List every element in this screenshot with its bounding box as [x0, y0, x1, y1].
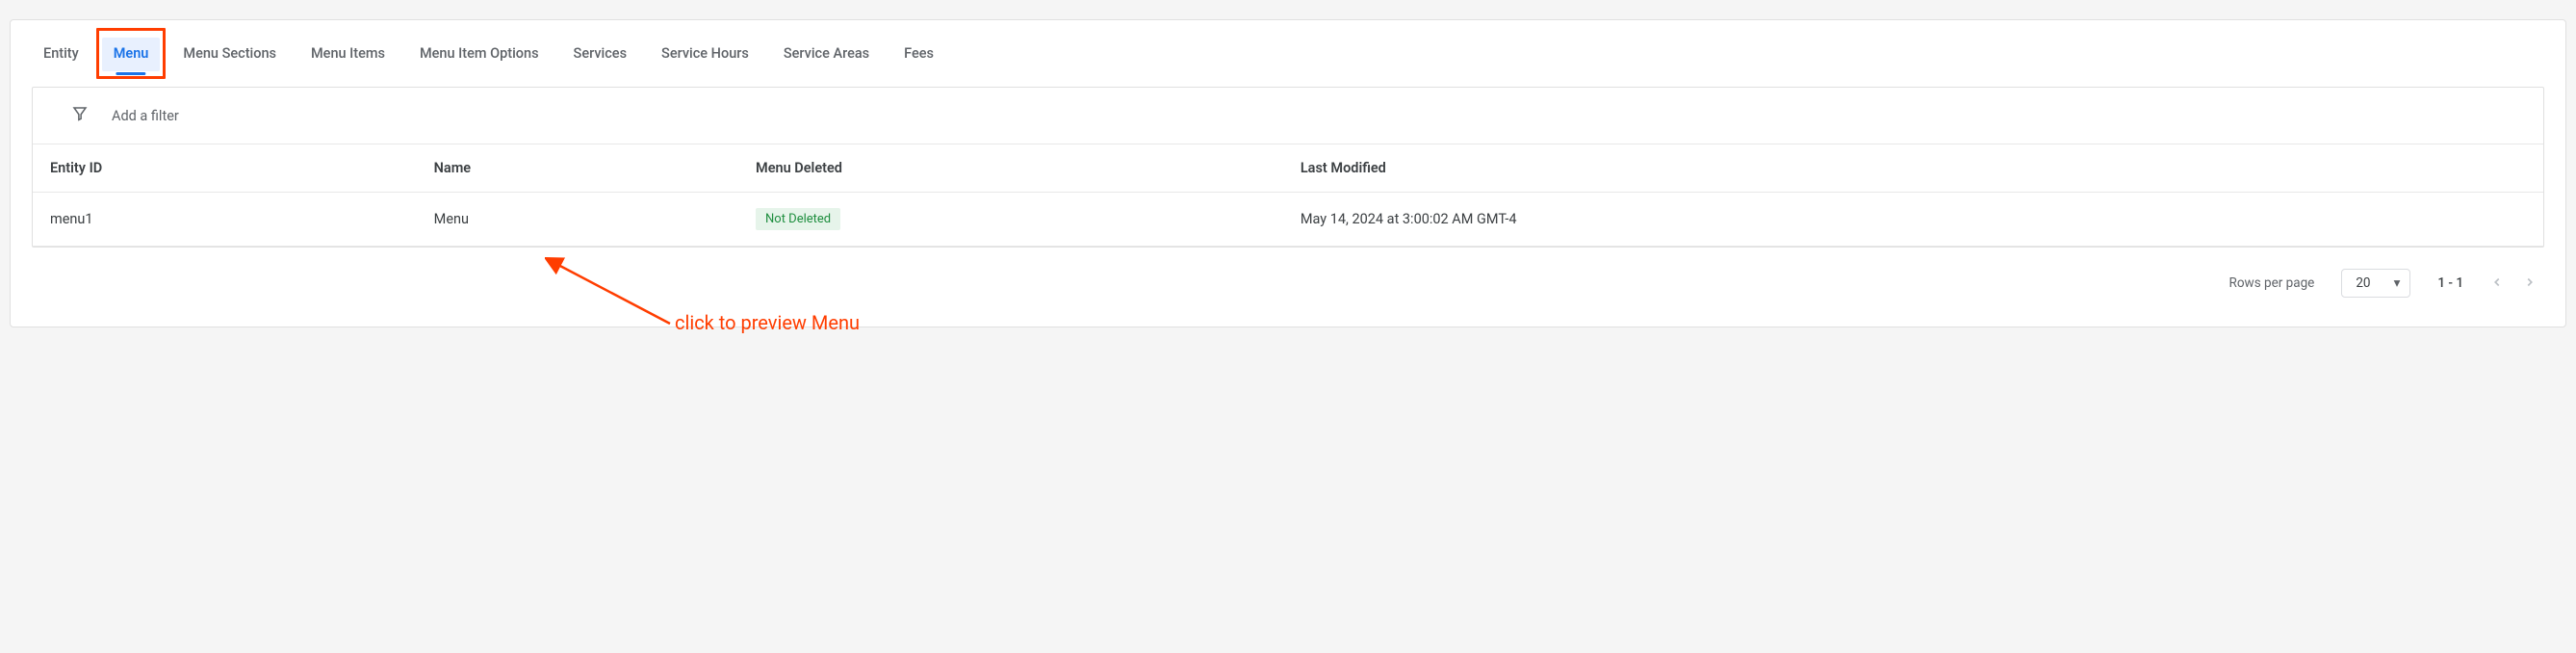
annotation-text: click to preview Menu: [675, 311, 860, 334]
pagination-range: 1 - 1: [2437, 275, 2463, 291]
tab-menu-label: Menu: [114, 45, 149, 62]
tab-services[interactable]: Services: [570, 34, 631, 73]
data-table: Add a filter Entity ID Name Menu Deleted…: [32, 87, 2544, 248]
content-panel: Entity Menu Menu Sections Menu Items Men…: [10, 19, 2566, 327]
tab-entity[interactable]: Entity: [39, 34, 83, 73]
chevron-right-icon: [2523, 275, 2537, 289]
cell-menu-deleted: Not Deleted: [756, 208, 1301, 230]
header-menu-deleted[interactable]: Menu Deleted: [756, 160, 1301, 176]
chevron-left-icon: [2490, 275, 2504, 289]
header-last-modified[interactable]: Last Modified: [1301, 160, 2526, 176]
tab-menu-items[interactable]: Menu Items: [307, 34, 389, 73]
filter-bar[interactable]: Add a filter: [33, 88, 2543, 144]
tab-menu-item-options[interactable]: Menu Item Options: [416, 34, 543, 73]
tab-service-hours[interactable]: Service Hours: [657, 34, 753, 73]
header-name[interactable]: Name: [434, 160, 756, 176]
tab-bar: Entity Menu Menu Sections Menu Items Men…: [11, 34, 2565, 87]
prev-page-button[interactable]: [2490, 274, 2504, 294]
tab-fees[interactable]: Fees: [900, 34, 938, 73]
filter-icon: [71, 105, 89, 126]
dropdown-icon: ▾: [2394, 275, 2401, 291]
status-badge-not-deleted: Not Deleted: [756, 208, 840, 230]
cell-last-modified: May 14, 2024 at 3:00:02 AM GMT-4: [1301, 211, 2526, 227]
table-row[interactable]: menu1 Menu Not Deleted May 14, 2024 at 3…: [33, 193, 2543, 247]
rows-per-page-label: Rows per page: [2229, 275, 2315, 291]
table-header-row: Entity ID Name Menu Deleted Last Modifie…: [33, 144, 2543, 193]
cell-entity-id: menu1: [50, 211, 434, 227]
tab-menu[interactable]: Menu: [110, 34, 153, 73]
cell-name: Menu: [434, 211, 756, 227]
pagination-nav: [2490, 274, 2537, 294]
header-entity-id[interactable]: Entity ID: [50, 160, 434, 176]
rows-per-page-select[interactable]: 20 ▾: [2341, 269, 2410, 298]
next-page-button[interactable]: [2523, 274, 2537, 294]
tab-menu-sections[interactable]: Menu Sections: [179, 34, 280, 73]
pagination-bar: Rows per page 20 ▾ 1 - 1: [11, 248, 2565, 298]
tab-service-areas[interactable]: Service Areas: [780, 34, 873, 73]
rows-per-page-value: 20: [2356, 275, 2370, 291]
filter-placeholder: Add a filter: [112, 108, 179, 124]
